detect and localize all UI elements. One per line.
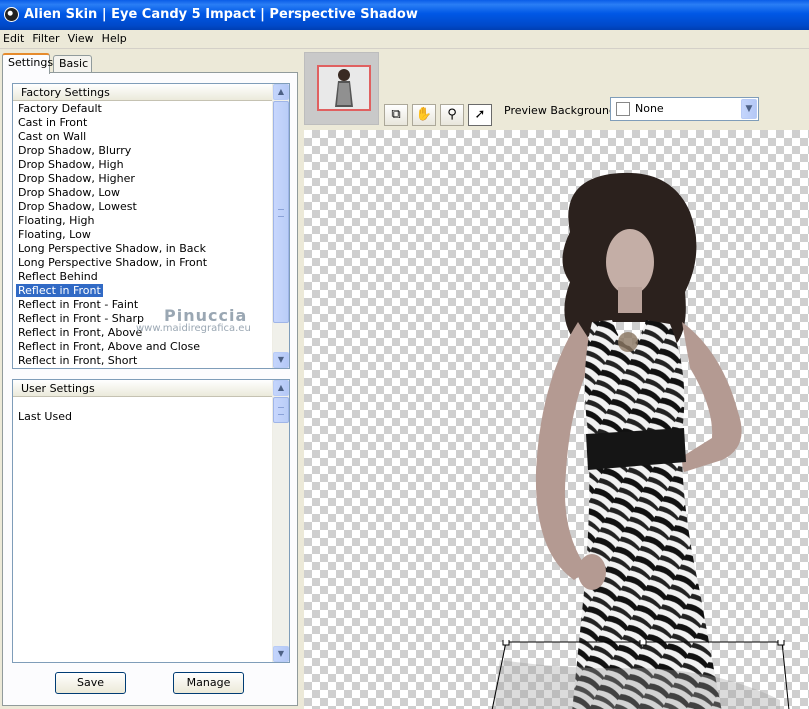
scroll-thumb[interactable] — [273, 397, 289, 423]
tab-basic[interactable]: Basic — [53, 55, 92, 73]
tab-settings[interactable]: Settings — [2, 53, 53, 74]
thumbnail-image — [335, 69, 353, 107]
user-settings-list[interactable]: User Settings Last Used ▲ ▼ — [12, 379, 290, 663]
preview-canvas[interactable] — [304, 130, 809, 709]
preview-area: ⧉ ✋ ⚲ ➚ Preview Background: None ▼ — [300, 50, 809, 709]
user-settings-scrollbar[interactable]: ▲ ▼ — [272, 380, 289, 662]
title-bar: Alien Skin | Eye Candy 5 Impact | Perspe… — [0, 0, 809, 30]
factory-setting-label: Drop Shadow, Lowest — [18, 200, 137, 213]
arrow-icon[interactable]: ➚ — [468, 104, 492, 126]
factory-setting-label: Floating, Low — [18, 228, 91, 241]
background-swatch — [616, 102, 630, 116]
factory-setting-item[interactable]: Reflect in Front, Short — [13, 354, 272, 368]
preview-image-woman — [535, 172, 742, 709]
factory-settings-scrollbar[interactable]: ▲ ▼ — [272, 84, 289, 368]
alien-skin-logo-icon — [4, 7, 19, 22]
factory-settings-header: Factory Settings — [13, 84, 289, 101]
menu-edit[interactable]: Edit — [0, 30, 28, 48]
preview-background-label: Preview Background: — [504, 104, 620, 117]
factory-setting-label: Reflect in Front, Above — [18, 326, 143, 339]
factory-setting-item[interactable]: Reflect in Front - Faint — [13, 298, 272, 312]
factory-setting-item[interactable]: Drop Shadow, High — [13, 158, 272, 172]
factory-setting-label: Drop Shadow, Blurry — [18, 144, 132, 157]
factory-setting-label: Reflect in Front, Above and Close — [18, 340, 200, 353]
perspective-shadow-handles[interactable] — [490, 640, 790, 709]
factory-setting-label: Reflect Behind — [18, 270, 98, 283]
factory-setting-item[interactable]: Reflect in Front, Above — [13, 326, 272, 340]
preview-toggle-icon[interactable]: ⧉ — [384, 104, 408, 126]
left-panel: Settings Basic Factory Settings Factory … — [0, 50, 300, 709]
factory-setting-item[interactable]: Drop Shadow, Lowest — [13, 200, 272, 214]
factory-setting-label: Reflect in Front — [16, 284, 103, 297]
factory-setting-item[interactable]: Floating, Low — [13, 228, 272, 242]
factory-setting-item[interactable]: Drop Shadow, Blurry — [13, 144, 272, 158]
factory-setting-item[interactable]: Long Perspective Shadow, in Back — [13, 242, 272, 256]
manage-button[interactable]: Manage — [173, 672, 244, 694]
hand-icon[interactable]: ✋ — [412, 104, 436, 126]
scroll-down-icon[interactable]: ▼ — [273, 646, 289, 662]
scroll-down-icon[interactable]: ▼ — [273, 352, 289, 368]
factory-setting-label: Long Perspective Shadow, in Back — [18, 242, 206, 255]
preview-background-value: None — [635, 102, 664, 115]
menu-view[interactable]: View — [64, 30, 98, 48]
factory-setting-item[interactable]: Long Perspective Shadow, in Front — [13, 256, 272, 270]
menu-help[interactable]: Help — [98, 30, 131, 48]
zoom-icon[interactable]: ⚲ — [440, 104, 464, 126]
window-title: Alien Skin | Eye Candy 5 Impact | Perspe… — [24, 7, 418, 22]
preview-background-select[interactable]: None ▼ — [610, 97, 759, 121]
factory-setting-item[interactable]: Drop Shadow, Low — [13, 186, 272, 200]
factory-setting-item[interactable]: Floating, High — [13, 214, 272, 228]
factory-setting-label: Drop Shadow, Low — [18, 186, 121, 199]
factory-setting-label: Cast on Wall — [18, 130, 87, 143]
user-settings-header: User Settings — [13, 380, 289, 397]
navigator-thumbnail[interactable] — [304, 52, 379, 125]
factory-setting-label: Reflect in Front - Faint — [18, 298, 139, 311]
factory-setting-item[interactable]: Drop Shadow, Higher — [13, 172, 272, 186]
factory-settings-list[interactable]: Factory Settings Factory Default Cast in … — [12, 83, 290, 369]
scroll-up-icon[interactable]: ▲ — [273, 84, 289, 100]
save-button[interactable]: Save — [55, 672, 126, 694]
factory-setting-label: Drop Shadow, Higher — [18, 172, 135, 185]
factory-setting-item[interactable]: Reflect in Front - Sharp — [13, 312, 272, 326]
user-settings-items: Last Used — [13, 410, 272, 662]
user-setting-item[interactable]: Last Used — [13, 410, 272, 424]
factory-setting-item[interactable]: Cast on Wall — [13, 130, 272, 144]
scroll-up-icon[interactable]: ▲ — [273, 380, 289, 396]
factory-setting-label: Reflect in Front, Short — [18, 354, 138, 367]
factory-setting-item[interactable]: Factory Default — [13, 102, 272, 116]
navigator-viewport[interactable] — [317, 65, 371, 111]
factory-setting-item[interactable]: Reflect in Front, Above and Close — [13, 340, 272, 354]
factory-setting-item[interactable]: Reflect in Front — [13, 284, 272, 298]
factory-setting-label: Floating, High — [18, 214, 95, 227]
menu-bar: Edit Filter View Help — [0, 30, 809, 49]
factory-setting-label: Factory Default — [18, 102, 102, 115]
scroll-thumb[interactable] — [273, 101, 289, 323]
menu-filter[interactable]: Filter — [28, 30, 63, 48]
chevron-down-icon[interactable]: ▼ — [741, 99, 757, 119]
settings-tab-body: Factory Settings Factory Default Cast in … — [2, 72, 298, 706]
factory-setting-label: Reflect in Front - Sharp — [18, 312, 144, 325]
factory-setting-label: Drop Shadow, High — [18, 158, 124, 171]
factory-setting-label: Cast in Front — [18, 116, 88, 129]
factory-settings-items: Factory Default Cast in Front Cast on Wall… — [13, 102, 272, 368]
factory-setting-item[interactable]: Reflect Behind — [13, 270, 272, 284]
factory-setting-label: Long Perspective Shadow, in Front — [18, 256, 208, 269]
factory-setting-item[interactable]: Cast in Front — [13, 116, 272, 130]
